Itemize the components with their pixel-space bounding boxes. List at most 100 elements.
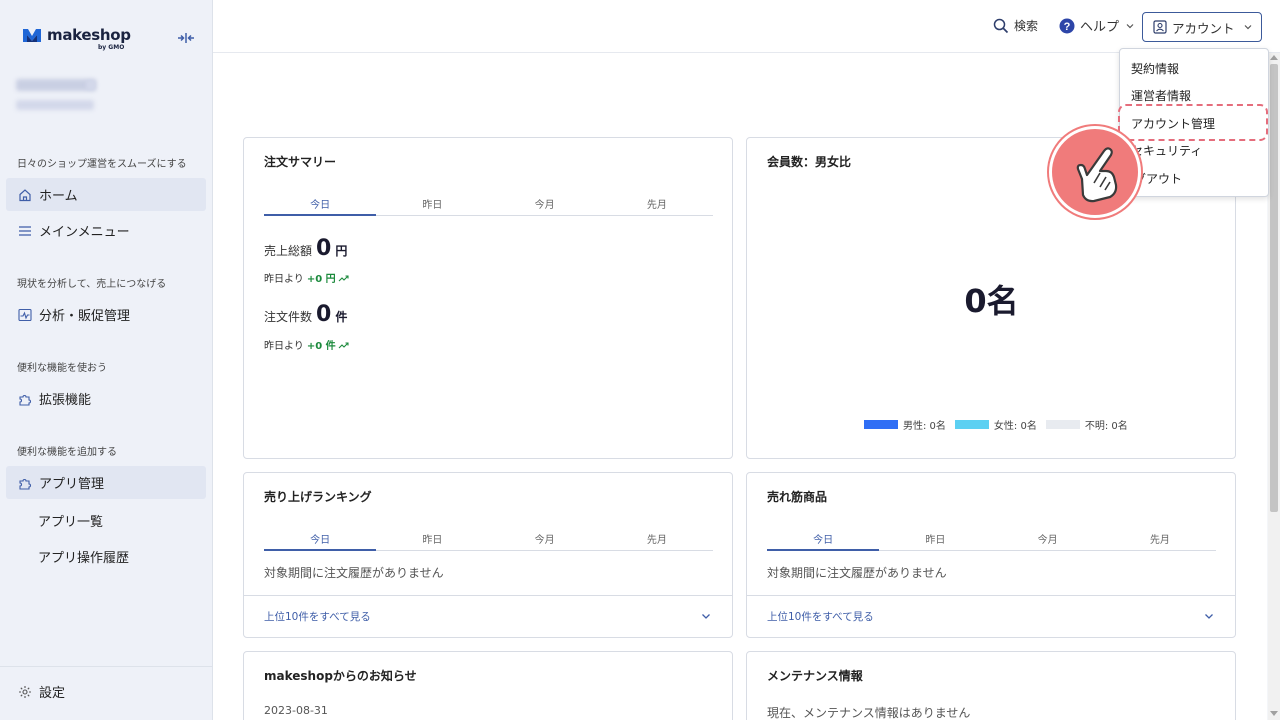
legend-male: 男性: 0名 [864,417,946,432]
order-summary-card: 注文サマリー 今日 昨日 今月 先月 売上総額 0 円 昨日より +0 円 注文… [243,137,733,459]
shop-id-redacted [16,100,94,110]
scroll-up-arrow-icon[interactable] [1270,55,1278,60]
legend-swatch [1045,420,1080,429]
menu-item-operator-info[interactable]: 運営者情報 [1131,87,1191,104]
menu-item-security[interactable]: セキュリティ [1131,142,1202,159]
tab-yesterday[interactable]: 昨日 [376,525,488,550]
sidebar-item-settings[interactable]: 設定 [6,675,206,708]
card-footer[interactable]: 上位10件をすべて見る [244,595,732,637]
tab-this-month[interactable]: 今月 [992,525,1104,550]
chevron-down-icon[interactable] [1203,610,1215,622]
sales-delta: 昨日より +0 円 [264,270,350,285]
menu-item-logout[interactable]: グアウト [1134,170,1182,187]
menu-icon [19,225,31,236]
card-title: 売り上げランキング [264,490,372,504]
sidebar-subitem-app-history[interactable]: アプリ操作履歴 [38,547,129,566]
sidebar-item-label: 拡張機能 [39,393,92,408]
sales-total: 売上総額 0 円 [264,236,347,261]
orders-label: 注文件数 [264,310,313,324]
legend-female: 女性: 0名 [954,417,1037,432]
tab-this-month[interactable]: 今月 [489,190,601,215]
svg-text:?: ? [1064,21,1071,33]
tab-last-month[interactable]: 先月 [1104,525,1216,550]
sidebar-item-label: ホーム [39,189,78,204]
help-label: ヘルプ [1080,20,1120,35]
collapse-sidebar-icon[interactable] [176,30,196,46]
search-icon [993,18,1009,33]
gear-icon [19,685,31,698]
sidebar-subitem-app-list[interactable]: アプリ一覧 [38,511,103,530]
order-count: 注文件数 0 件 [264,302,347,327]
tab-yesterday[interactable]: 昨日 [879,525,991,550]
view-top10-link[interactable]: 上位10件をすべて見る [767,609,874,624]
card-title: 売れ筋商品 [767,490,828,504]
sidebar-item-analytics[interactable]: 分析・販促管理 [6,298,206,331]
pointing-hand-overlay [1049,126,1141,218]
sidebar-item-extensions[interactable]: 拡張機能 [6,382,206,415]
puzzle-icon [19,478,31,490]
period-tabs: 今日 昨日 今月 先月 [264,190,713,216]
orders-unit: 件 [335,310,348,324]
tab-this-month[interactable]: 今月 [489,525,601,550]
sidebar-item-home[interactable]: ホーム [6,178,206,211]
account-button[interactable]: アカウント [1142,12,1262,42]
trend-up-icon [338,274,349,281]
menu-item-contract-info[interactable]: 契約情報 [1131,60,1179,77]
card-title: 注文サマリー [264,155,337,169]
help-button[interactable]: ? ヘルプ [1059,16,1135,35]
pointing-hand-icon [1076,147,1118,203]
period-tabs: 今日 昨日 今月 先月 [264,525,713,551]
sidebar: makeshop by GMO 日々のショップ運営をスムーズにする ホーム メイ… [0,0,213,720]
tab-last-month[interactable]: 先月 [601,525,713,550]
scrollbar-thumb[interactable] [1270,64,1278,512]
highlight-account-management [1118,104,1268,141]
tab-today[interactable]: 今日 [264,190,377,216]
delta-label: 昨日より [264,274,304,285]
period-tabs: 今日 昨日 今月 先月 [767,525,1216,551]
news-card: makeshopからのお知らせ 2023-08-31 [243,651,733,720]
news-date: 2023-08-31 [264,704,328,717]
maintenance-message: 現在、メンテナンス情報はありません [767,706,971,720]
section-label-daily: 日々のショップ運営をスムーズにする [17,159,187,170]
section-label-add: 便利な機能を追加する [17,447,117,458]
legend-swatch [864,420,898,429]
best-sellers-card: 売れ筋商品 今日 昨日 今月 先月 対象期間に注文履歴がありません 上位10件を… [746,472,1236,638]
search-button[interactable]: 検索 [993,17,1038,34]
tab-yesterday[interactable]: 昨日 [376,190,488,215]
tab-last-month[interactable]: 先月 [601,190,713,215]
card-title: makeshopからのお知らせ [264,669,417,683]
account-icon [1153,20,1167,34]
legend-unknown: 不明: 0名 [1045,417,1128,432]
legend-label: 男性: 0名 [903,421,946,432]
account-label: アカウント [1172,20,1235,36]
empty-message: 対象期間に注文履歴がありません [767,566,947,580]
orders-delta: 昨日より +0 件 [264,337,350,352]
maintenance-card: メンテナンス情報 現在、メンテナンス情報はありません [746,651,1236,720]
section-label-use: 便利な機能を使おう [17,363,107,374]
search-label: 検索 [1014,19,1039,33]
sidebar-item-apps[interactable]: アプリ管理 [6,466,206,499]
sales-unit: 円 [335,244,348,258]
scroll-down-arrow-icon[interactable] [1270,711,1278,716]
legend-swatch [954,420,989,429]
help-icon: ? [1059,18,1075,33]
makeshop-logo-icon [23,29,41,42]
card-title: メンテナンス情報 [767,669,863,683]
puzzle-icon [19,394,31,406]
tab-today[interactable]: 今日 [264,525,377,551]
sidebar-item-label: 設定 [39,686,66,701]
card-footer[interactable]: 上位10件をすべて見る [747,595,1235,637]
tab-today[interactable]: 今日 [767,525,880,551]
section-label-analyze: 現状を分析して、売上につなげる [17,279,167,290]
shop-edit-icon[interactable] [86,80,96,90]
chevron-down-icon [1244,25,1251,30]
sidebar-divider [0,666,213,667]
chevron-down-icon[interactable] [700,610,712,622]
orders-value: 0 [316,302,332,327]
home-icon [19,188,31,201]
brand-sub: by GMO [98,44,125,51]
view-top10-link[interactable]: 上位10件をすべて見る [264,609,371,624]
legend-label: 不明: 0名 [1084,421,1128,432]
brand-logo[interactable]: makeshop [22,26,131,44]
sidebar-item-main-menu[interactable]: メインメニュー [6,214,206,247]
